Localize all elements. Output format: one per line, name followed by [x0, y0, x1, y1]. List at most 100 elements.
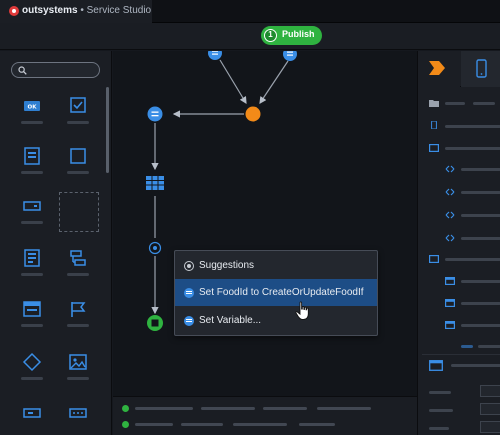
tree-item-label — [445, 125, 500, 128]
tree-item-label — [445, 258, 500, 261]
flow-canvas[interactable] — [113, 51, 417, 396]
tree-item-label — [461, 191, 500, 194]
properties-screen-icon — [429, 360, 443, 371]
image-widget-icon[interactable] — [68, 352, 88, 372]
property-name — [429, 427, 449, 430]
widget-caption — [67, 171, 89, 174]
status-text — [181, 423, 223, 426]
widget-caption — [67, 273, 89, 276]
tree-item-label — [461, 168, 500, 171]
assign-icon — [184, 316, 194, 326]
tree-item-label — [461, 237, 500, 240]
password-widget-icon[interactable] — [68, 403, 88, 423]
status-text — [233, 423, 287, 426]
action-icon — [445, 188, 455, 196]
popup-item-set-variable[interactable]: Set Variable... — [175, 307, 377, 334]
assign-node-top-left[interactable] — [208, 51, 222, 60]
app-title: outsystems • Service Studio — [22, 5, 151, 16]
widget-caption — [21, 171, 43, 174]
if-widget-icon[interactable] — [22, 352, 42, 372]
status-ok-icon — [122, 421, 129, 428]
tree-widget-icon[interactable] — [68, 248, 88, 268]
tree-item-label — [461, 302, 500, 305]
end-node[interactable] — [147, 315, 163, 331]
form-widget-icon[interactable] — [22, 146, 42, 166]
property-value-input[interactable] — [480, 403, 500, 415]
widget-caption — [21, 121, 43, 124]
action-icon — [445, 234, 455, 242]
button-widget-icon[interactable]: OK — [22, 96, 42, 116]
screen-icon — [429, 255, 439, 263]
outsystems-logo-icon — [9, 6, 19, 16]
tree-item-label — [445, 102, 465, 105]
property-name — [429, 409, 453, 412]
status-text — [201, 407, 255, 410]
main-toolbar: 1 Publish — [0, 23, 500, 50]
action-icon — [445, 211, 455, 219]
tree-item-label — [461, 280, 500, 283]
property-name — [429, 391, 451, 394]
folder-icon — [429, 100, 439, 107]
property-value-input[interactable] — [480, 421, 500, 433]
placeholder-widget-slot[interactable] — [59, 192, 99, 232]
drop-target-handle[interactable] — [148, 241, 162, 255]
widget-caption — [67, 324, 89, 327]
publish-label: Publish — [282, 29, 315, 39]
tab-logic[interactable] — [418, 51, 460, 87]
property-value-input[interactable] — [480, 385, 500, 397]
block-icon — [445, 321, 455, 329]
merge-node[interactable] — [245, 106, 261, 122]
widget-caption — [21, 221, 43, 224]
status-ok-icon — [122, 405, 129, 412]
checkbox-widget-icon[interactable] — [68, 95, 88, 115]
toolbox-panel: OK — [0, 51, 112, 435]
suggestions-icon — [184, 261, 194, 271]
popup-item-label: Set FoodId to CreateOrUpdateFoodIf — [199, 287, 364, 298]
status-text — [263, 407, 307, 410]
publish-count-badge: 1 — [264, 29, 277, 42]
popup-item-label: Set Variable... — [199, 315, 262, 326]
tree-item-label — [478, 345, 500, 348]
tree-item-label — [473, 102, 495, 105]
popup-item-set-foodid[interactable]: Set FoodId to CreateOrUpdateFoodIf — [175, 279, 377, 306]
widget-caption — [21, 324, 43, 327]
aggregate-node-icon[interactable] — [146, 176, 164, 190]
list-widget-icon[interactable] — [22, 248, 42, 268]
table-widget-icon[interactable] — [22, 299, 42, 319]
status-text — [135, 407, 193, 410]
widget-caption — [67, 377, 89, 380]
widget-caption — [21, 273, 43, 276]
tree-item-label — [461, 345, 473, 348]
action-icon — [445, 165, 455, 173]
panel-divider — [422, 354, 500, 355]
assign-icon — [184, 288, 194, 298]
container-widget-icon[interactable] — [68, 146, 88, 166]
link-widget-icon[interactable] — [22, 403, 42, 423]
tree-item-label — [461, 214, 500, 217]
popup-item-label: Suggestions — [199, 260, 255, 271]
tab-interface[interactable] — [461, 51, 500, 87]
flow-connector — [219, 59, 247, 105]
publish-button[interactable]: 1 Publish — [261, 26, 322, 45]
status-text — [317, 407, 371, 410]
status-bar — [113, 396, 417, 435]
widget-caption — [67, 121, 89, 124]
device-icon — [431, 121, 437, 129]
status-row — [113, 418, 417, 432]
search-icon — [18, 66, 27, 75]
elements-panel — [417, 51, 500, 435]
assign-node-top-right[interactable] — [283, 51, 297, 61]
widget-caption — [21, 377, 43, 380]
status-text — [299, 423, 335, 426]
toolbox-scrollbar[interactable] — [106, 87, 109, 173]
popup-item-suggestions: Suggestions — [175, 252, 377, 279]
flag-widget-icon[interactable] — [68, 299, 88, 319]
app-tab[interactable]: outsystems • Service Studio — [0, 0, 152, 23]
status-text — [135, 423, 173, 426]
block-icon — [445, 299, 455, 307]
input-widget-icon[interactable] — [22, 196, 42, 216]
assign-node[interactable] — [147, 106, 163, 122]
toolbox-search-input[interactable] — [11, 62, 100, 78]
svg-text:OK: OK — [28, 105, 38, 111]
action-flow-diagram — [146, 51, 297, 331]
